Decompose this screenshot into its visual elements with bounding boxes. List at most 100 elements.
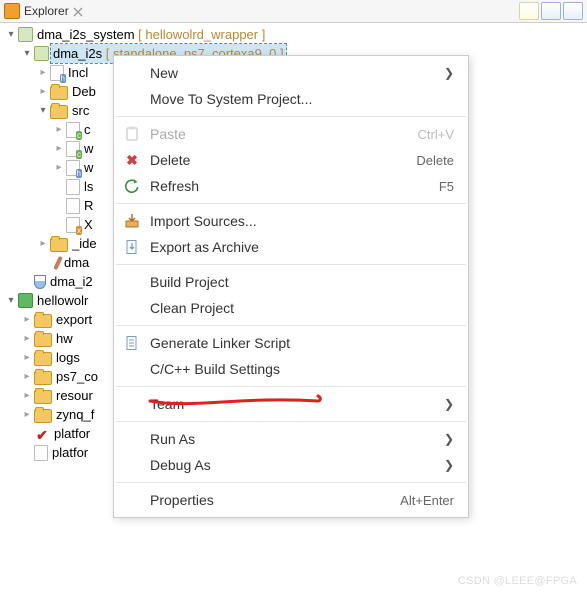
x-file-icon: [66, 217, 80, 233]
tree-label: hellowolr: [35, 291, 90, 310]
delete-icon: ✖: [114, 152, 150, 169]
tree-label: dma_i2: [48, 272, 95, 291]
chevron-right-icon[interactable]: [36, 85, 50, 99]
menu-move-to-system-project[interactable]: Move To System Project...: [114, 86, 468, 112]
menu-new[interactable]: New ❯: [114, 60, 468, 86]
chevron-right-icon[interactable]: [36, 237, 50, 251]
explorer-tab[interactable]: Explorer: [4, 3, 85, 19]
flask-icon: [34, 275, 46, 289]
chevron-right-icon[interactable]: [52, 161, 66, 175]
file-icon: [66, 179, 80, 195]
folder-icon: [34, 371, 52, 385]
toolbar-button-1[interactable]: [541, 2, 561, 20]
menu-delete[interactable]: ✖ Delete Delete: [114, 147, 468, 173]
tree-label: zynq_f: [54, 405, 96, 424]
leaf-icon: [52, 218, 66, 232]
tree-label: ls: [82, 177, 95, 196]
import-icon: [114, 213, 150, 229]
chevron-right-icon[interactable]: [20, 408, 34, 422]
folder-icon: [34, 333, 52, 347]
leaf-icon: [20, 275, 34, 289]
menu-c-cpp-build-settings[interactable]: C/C++ Build Settings: [114, 356, 468, 382]
file-icon: [66, 198, 80, 214]
menu-refresh[interactable]: Refresh F5: [114, 173, 468, 199]
source-folder-icon: [50, 105, 68, 119]
includes-icon: [50, 65, 64, 81]
chevron-down-icon[interactable]: [36, 104, 50, 118]
chevron-right-icon: ❯: [436, 66, 454, 80]
chevron-down-icon[interactable]: [4, 294, 18, 308]
script-icon: [114, 335, 150, 351]
h-file-icon: [66, 160, 80, 176]
refresh-icon: [114, 178, 150, 194]
menu-import-sources[interactable]: Import Sources...: [114, 208, 468, 234]
menu-generate-linker-script[interactable]: Generate Linker Script: [114, 330, 468, 356]
menu-separator: [116, 325, 466, 326]
tree-label: Deb: [70, 82, 98, 101]
tree-label: dma_i2s_system [ hellowolrd_wrapper ]: [35, 25, 267, 44]
check-icon: [34, 426, 50, 442]
chevron-right-icon: ❯: [436, 432, 454, 446]
tree-label: R: [82, 196, 95, 215]
tree-item-dma-i2s-system[interactable]: dma_i2s_system [ hellowolrd_wrapper ]: [4, 25, 587, 44]
chevron-right-icon[interactable]: [52, 123, 66, 137]
minimize-view-button[interactable]: [519, 2, 539, 20]
menu-separator: [116, 482, 466, 483]
chevron-right-icon[interactable]: [36, 66, 50, 80]
chevron-right-icon: ❯: [436, 397, 454, 411]
file-icon: [34, 445, 48, 461]
menu-export-archive[interactable]: Export as Archive: [114, 234, 468, 260]
folder-icon: [34, 314, 52, 328]
chevron-right-icon[interactable]: [20, 313, 34, 327]
watermark: CSDN @LEEE@FPGA: [458, 575, 577, 587]
tree-label: w: [82, 139, 95, 158]
archive-icon: [114, 239, 150, 255]
paste-icon: [114, 126, 150, 142]
context-menu: New ❯ Move To System Project... Paste Ct…: [113, 55, 469, 518]
chevron-right-icon[interactable]: [52, 142, 66, 156]
leaf-icon: [52, 199, 66, 213]
tree-label: Incl: [66, 63, 90, 82]
tree-label: w: [82, 158, 95, 177]
system-project-icon: [18, 27, 33, 42]
menu-build-project[interactable]: Build Project: [114, 269, 468, 295]
leaf-icon: [52, 180, 66, 194]
close-icon[interactable]: [73, 5, 85, 17]
tree-label: resour: [54, 386, 95, 405]
tree-label: platfor: [50, 443, 90, 462]
c-file-icon: [66, 141, 80, 157]
menu-debug-as[interactable]: Debug As ❯: [114, 452, 468, 478]
tree-label: dma: [62, 253, 91, 272]
chevron-down-icon[interactable]: [20, 47, 34, 61]
platform-project-icon: [18, 293, 33, 308]
tree-label: _ide: [70, 234, 99, 253]
leaf-icon: [36, 256, 50, 270]
menu-separator: [116, 203, 466, 204]
chevron-right-icon[interactable]: [20, 389, 34, 403]
explorer-icon: [4, 3, 20, 19]
chevron-right-icon[interactable]: [20, 351, 34, 365]
chevron-right-icon: ❯: [436, 458, 454, 472]
c-file-icon: [66, 122, 80, 138]
menu-team[interactable]: Team ❯: [114, 391, 468, 417]
chevron-right-icon[interactable]: [20, 370, 34, 384]
folder-icon: [34, 352, 52, 366]
menu-properties[interactable]: Properties Alt+Enter: [114, 487, 468, 513]
explorer-tab-label: Explorer: [24, 4, 69, 18]
chevron-right-icon[interactable]: [20, 332, 34, 346]
menu-separator: [116, 386, 466, 387]
menu-separator: [116, 421, 466, 422]
tree-label: logs: [54, 348, 82, 367]
menu-clean-project[interactable]: Clean Project: [114, 295, 468, 321]
folder-icon: [34, 409, 52, 423]
tree-label: src: [70, 101, 91, 120]
leaf-icon: [20, 427, 34, 441]
tree-label: hw: [54, 329, 75, 348]
leaf-icon: [20, 446, 34, 460]
menu-run-as[interactable]: Run As ❯: [114, 426, 468, 452]
chevron-down-icon[interactable]: [4, 28, 18, 42]
tree-label: X: [82, 215, 95, 234]
toolbar-button-2[interactable]: [563, 2, 583, 20]
tree-label: ps7_co: [54, 367, 100, 386]
menu-separator: [116, 116, 466, 117]
